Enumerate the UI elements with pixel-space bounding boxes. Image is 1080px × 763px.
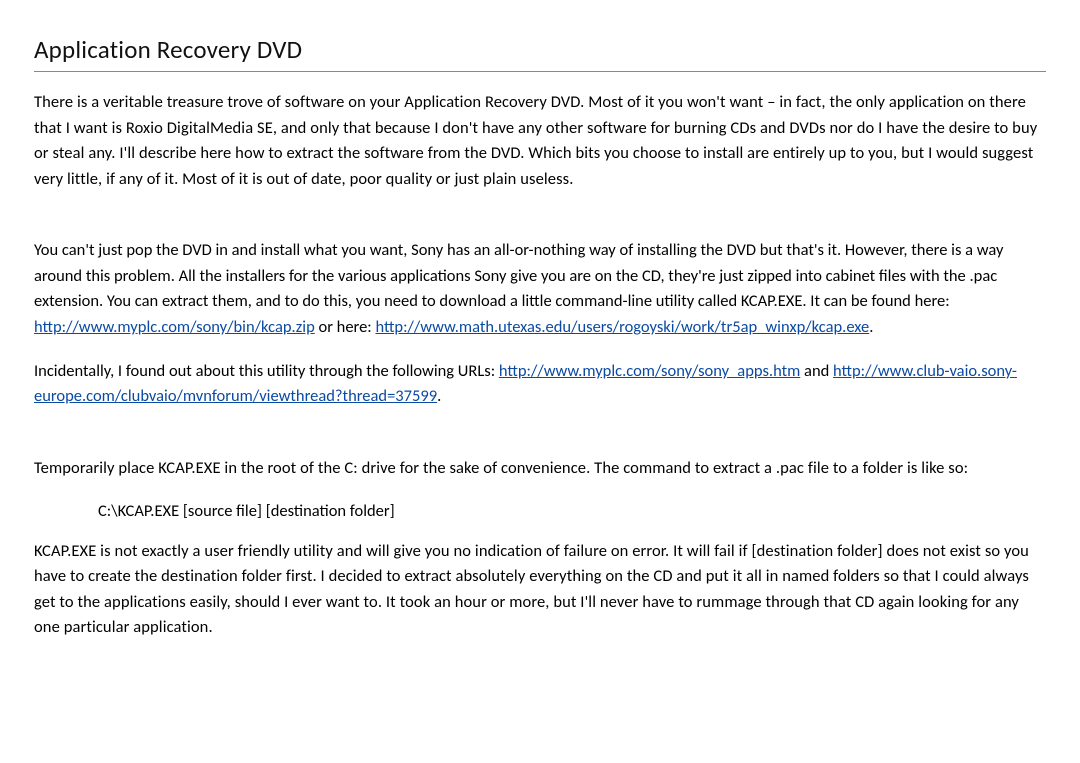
text-run: Incidentally, I found out about this uti… bbox=[34, 361, 499, 381]
text-run: . bbox=[869, 317, 873, 337]
paragraph-references: Incidentally, I found out about this uti… bbox=[34, 359, 1046, 410]
section-gap bbox=[34, 210, 1046, 238]
link-kcap-zip[interactable]: http://www.myplc.com/sony/bin/kcap.zip bbox=[34, 317, 315, 337]
text-run: You can't just pop the DVD in and instal… bbox=[34, 240, 1003, 311]
link-sony-apps[interactable]: http://www.myplc.com/sony/sony_apps.htm bbox=[499, 361, 800, 381]
paragraph-command-intro: Temporarily place KCAP.EXE in the root o… bbox=[34, 456, 1046, 482]
section-gap bbox=[34, 428, 1046, 456]
page-title: Application Recovery DVD bbox=[34, 34, 1046, 65]
paragraph-intro: There is a veritable treasure trove of s… bbox=[34, 90, 1046, 192]
paragraph-usage-notes: KCAP.EXE is not exactly a user friendly … bbox=[34, 539, 1046, 641]
document-page: Application Recovery DVD There is a veri… bbox=[0, 0, 1080, 699]
paragraph-download: You can't just pop the DVD in and instal… bbox=[34, 238, 1046, 340]
link-kcap-exe[interactable]: http://www.math.utexas.edu/users/rogoysk… bbox=[375, 317, 869, 337]
text-run: or here: bbox=[315, 317, 376, 337]
text-run: . bbox=[437, 386, 441, 406]
command-line-example: C:\KCAP.EXE [source file] [destination f… bbox=[34, 499, 1046, 525]
title-rule bbox=[34, 71, 1046, 72]
text-run: and bbox=[800, 361, 833, 381]
